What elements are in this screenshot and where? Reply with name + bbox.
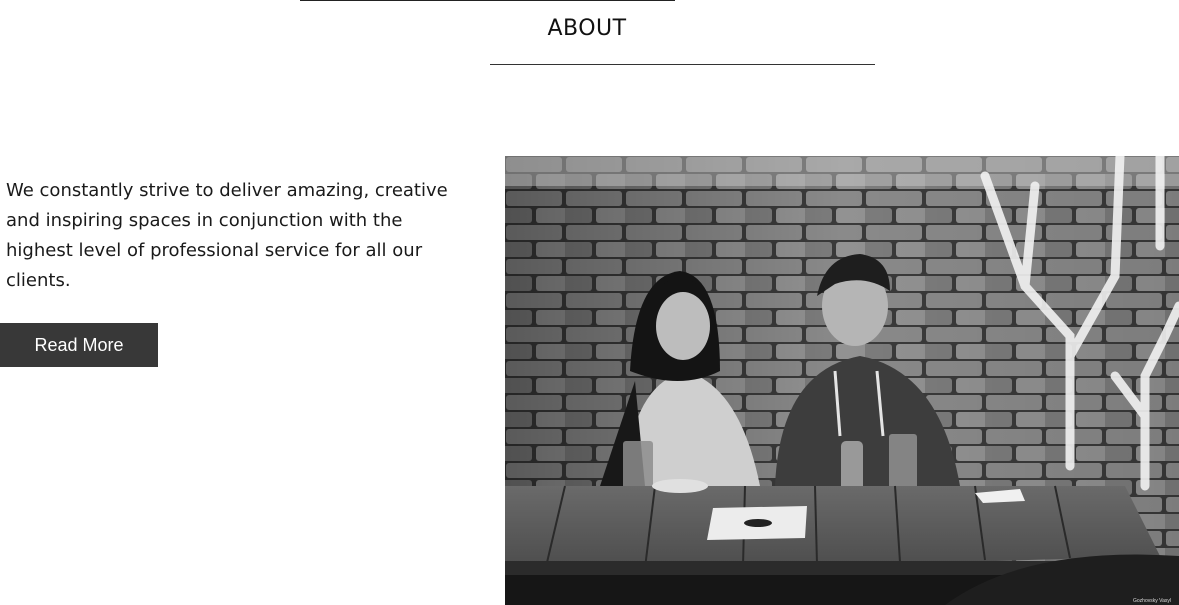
about-section: ABOUT We constantly strive to deliver am…	[0, 0, 1179, 605]
section-title: ABOUT	[547, 16, 627, 41]
about-photo: Gozhovsky Vasyl	[505, 156, 1179, 605]
photo-credit: Gozhovsky Vasyl	[1133, 598, 1171, 604]
top-divider	[300, 0, 675, 1]
title-underline	[490, 64, 875, 65]
about-description: We constantly strive to deliver amazing,…	[6, 180, 448, 291]
read-more-button[interactable]: Read More	[0, 323, 158, 367]
